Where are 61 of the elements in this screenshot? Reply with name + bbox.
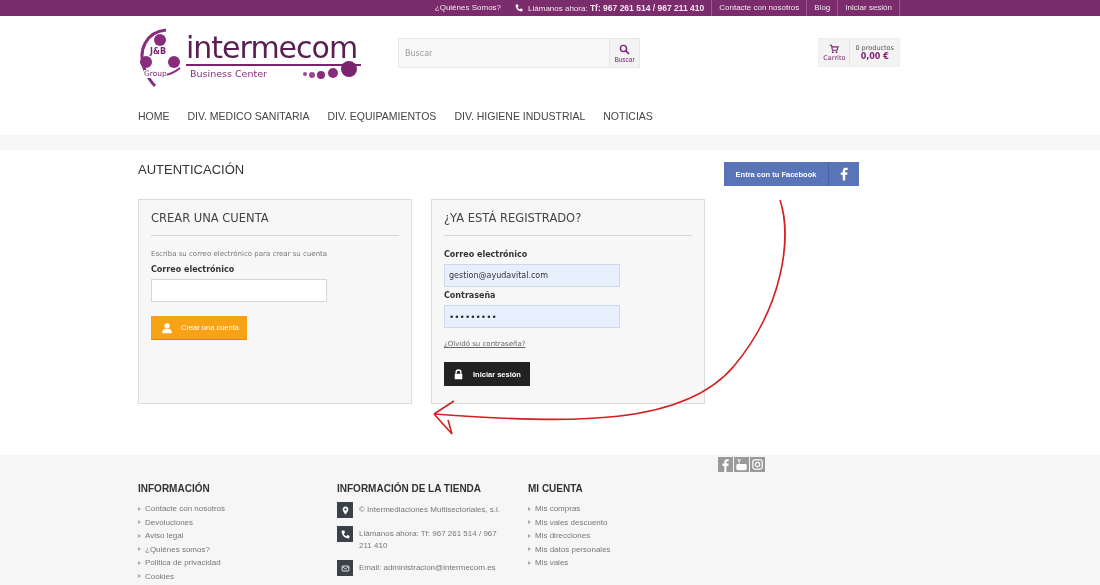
bullet-icon (138, 520, 141, 525)
contact-text: © Intermediaciones Multisectoriales, s.l. (359, 504, 502, 516)
bullet-icon (138, 533, 141, 538)
footer-link[interactable]: Mis direcciones (535, 531, 591, 541)
field-label: Correo electrónico (444, 250, 528, 259)
top-bar-link[interactable]: ¿Quiénes Somos? (427, 0, 509, 16)
contact-text: Email: administracion@intermecom.es (359, 562, 497, 574)
panel-title: ¿YA ESTÁ REGISTRADO? (444, 211, 692, 236)
top-bar-link[interactable]: Contacte con nosotros (711, 0, 807, 16)
cart-total: 0,00 € (860, 52, 889, 61)
lock-icon (453, 368, 464, 380)
mail-icon (337, 560, 353, 576)
bullet-icon (138, 506, 141, 511)
search-icon (619, 43, 630, 55)
footer-link[interactable]: Mis datos personales (535, 544, 611, 554)
footer-link[interactable]: ¿Quiénes somos? (145, 544, 210, 554)
top-bar-link[interactable]: Blog (806, 0, 838, 16)
top-bar-link[interactable]: Iniciar sesión (837, 0, 900, 16)
page-title: AUTENTICACIÓN (138, 162, 245, 177)
field-label: Correo electrónico (151, 265, 235, 274)
logo-tagline: Business Center (190, 67, 267, 79)
password-field[interactable]: ••••••••• (444, 305, 620, 328)
field-label: Contraseña (444, 291, 496, 300)
footer-heading: INFORMACIÓN DE LA TIENDA (337, 483, 483, 494)
footer-link[interactable]: Devoluciones (145, 517, 194, 527)
footer-heading: MI CUENTA (528, 483, 584, 494)
bullet-icon (528, 520, 531, 525)
nav-link[interactable]: DIV. MEDICO SANITARIA (187, 109, 310, 122)
bullet-icon (138, 547, 141, 552)
phone-icon (515, 4, 524, 12)
footer-link[interactable]: Mis vales (535, 558, 569, 568)
facebook-icon[interactable] (718, 457, 733, 472)
youtube-icon[interactable] (734, 457, 749, 472)
nav-link[interactable]: NOTICIAS (603, 109, 653, 122)
cart-icon (829, 43, 840, 54)
location-icon (337, 502, 353, 518)
email-field[interactable] (151, 279, 327, 302)
nav-link[interactable]: DIV. HIGIENE INDUSTRIAL (454, 109, 586, 122)
nav-link[interactable]: DIV. EQUIPAMIENTOS (327, 109, 437, 122)
footer-link[interactable]: Aviso legal (145, 531, 184, 541)
bullet-icon (138, 574, 141, 579)
bullet-icon (138, 560, 141, 565)
bullet-icon (528, 560, 531, 565)
footer-link[interactable]: Mis vales descuento (535, 517, 608, 527)
email-field[interactable]: gestion@ayudavital.com (444, 264, 620, 287)
footer-link[interactable]: Cookies (145, 571, 174, 581)
footer-heading: INFORMACIÓN (138, 483, 211, 494)
contact-text: Llámanos ahora: Tf: 967 261 514 / 967 211 410 (359, 528, 498, 552)
bullet-icon (528, 506, 531, 511)
bullet-icon (528, 547, 531, 552)
phone-icon (337, 526, 353, 542)
logo-badge-text: J&B (150, 47, 167, 56)
phone-info[interactable]: Llámanos ahora: Tf: 967 261 514 / 967 211 410 (508, 0, 712, 16)
user-icon (161, 321, 173, 334)
footer-link[interactable]: Politica de privacidad (145, 558, 221, 568)
footer-link[interactable]: Mis compras (535, 504, 581, 514)
footer-link[interactable]: Contacte con nosotros (145, 504, 226, 514)
panel-title: CREAR UNA CUENTA (151, 211, 399, 236)
nav-link[interactable]: HOME (138, 109, 170, 122)
bullet-icon (528, 533, 531, 538)
camera-icon[interactable] (750, 457, 765, 472)
